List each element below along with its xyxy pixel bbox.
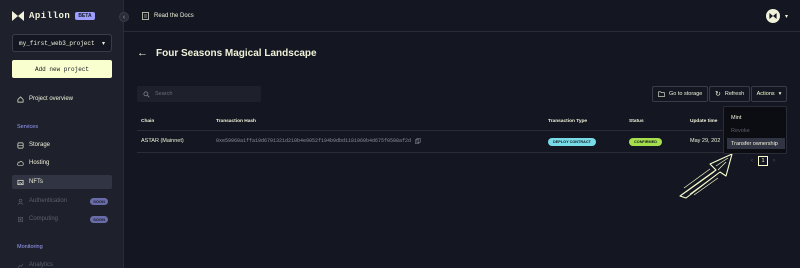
refresh-button[interactable]: ↻ Refresh: [709, 86, 751, 102]
caret-down-icon: ▾: [778, 91, 782, 97]
sidebar-item-label: NFTs: [29, 179, 43, 185]
sidebar-item-nfts[interactable]: NFTs: [12, 175, 112, 189]
back-arrow-icon[interactable]: ←: [137, 47, 148, 59]
caret-down-icon[interactable]: ▾: [785, 13, 788, 20]
column-header-chain: Chain: [141, 119, 155, 124]
cell-status: CONFIRMED: [629, 138, 662, 146]
table-divider: [137, 130, 787, 131]
column-header-type: Transaction Type: [548, 119, 588, 124]
caret-down-icon: ▾: [101, 39, 105, 47]
transaction-hash: 0xe59960a1ffa19d6701321d210b4e9052f194b9…: [216, 138, 412, 144]
read-docs-label: Read the Docs: [154, 13, 194, 19]
database-icon: [17, 142, 24, 148]
user-icon: [17, 198, 24, 205]
cell-update-time: May 29, 202: [690, 138, 721, 144]
sidebar-item-authentication: Authentication SOON: [12, 194, 112, 208]
search-placeholder: Search: [155, 91, 173, 97]
monitoring-section-label: Monitoring: [17, 244, 43, 250]
menu-item-revoke: Revoke: [731, 127, 750, 134]
page-title-text: Four Seasons Magical Landscape: [156, 47, 317, 59]
beta-badge: BETA: [75, 12, 95, 20]
project-select[interactable]: my_first_web3_project ▾: [12, 34, 112, 52]
search-input[interactable]: Search: [137, 86, 261, 102]
sidebar-item-label: Project overview: [29, 96, 74, 102]
next-page-icon[interactable]: ›: [773, 158, 775, 164]
page-title: ← Four Seasons Magical Landscape: [137, 47, 317, 59]
menu-item-mint[interactable]: Mint: [727, 112, 785, 123]
menu-item-transfer-ownership[interactable]: Transfer ownership: [727, 138, 785, 149]
status-badge: CONFIRMED: [629, 138, 662, 146]
apillon-logo-icon: [12, 11, 24, 21]
actions-dropdown: Mint Revoke Transfer ownership: [723, 106, 787, 154]
sidebar-item-storage[interactable]: Storage: [12, 138, 112, 152]
avatar[interactable]: [766, 9, 780, 23]
sidebar-item-computing: Computing SOON: [12, 212, 112, 226]
chart-icon: [17, 263, 24, 268]
project-select-value: my_first_web3_project: [19, 39, 95, 47]
sidebar-item-analytics[interactable]: Analytics: [12, 258, 112, 268]
search-icon: [143, 91, 150, 98]
actions-button[interactable]: Actions ▾: [751, 86, 787, 102]
sidebar-item-project-overview[interactable]: Project overview: [12, 92, 112, 106]
sidebar-collapse-button[interactable]: ‹: [119, 12, 129, 22]
folder-icon: [658, 91, 665, 97]
sidebar-item-label: Authentication: [29, 198, 68, 204]
transaction-type-badge: DEPLOY CONTRACT: [548, 138, 596, 146]
cell-chain: ASTAR (Mainnet): [141, 138, 184, 144]
sidebar-item-hosting[interactable]: Hosting: [12, 156, 112, 170]
cloud-icon: [17, 160, 24, 166]
actions-label: Actions: [756, 91, 775, 97]
app-name: Apillon: [29, 11, 71, 21]
cpu-icon: [18, 216, 23, 222]
apillon-avatar-icon: [769, 13, 777, 19]
annotation-arrow-icon: [679, 153, 733, 199]
home-icon: [17, 95, 24, 102]
services-section-label: Services: [17, 124, 39, 130]
chevron-left-icon: ‹: [122, 13, 126, 21]
sidebar: Apillon BETA my_first_web3_project ▾ Add…: [0, 0, 124, 268]
page-number-current[interactable]: 1: [758, 156, 768, 166]
refresh-label: Refresh: [724, 91, 745, 97]
cell-type: DEPLOY CONTRACT: [548, 138, 596, 146]
document-icon: [142, 12, 149, 20]
refresh-icon: ↻: [715, 91, 721, 98]
image-icon: [17, 179, 24, 185]
soon-badge: SOON: [90, 197, 108, 205]
soon-badge: SOON: [90, 215, 108, 223]
go-to-storage-button[interactable]: Go to storage: [652, 86, 709, 102]
sidebar-item-label: Analytics: [29, 262, 54, 268]
pagination: ‹ 1 ›: [751, 156, 775, 166]
go-to-storage-label: Go to storage: [669, 91, 703, 97]
column-header-hash: Transaction Hash: [216, 119, 256, 124]
cell-hash: 0xe59960a1ffa19d6701321d210b4e9052f194b9…: [216, 138, 421, 144]
sidebar-item-label: Storage: [29, 142, 51, 148]
topbar: Read the Docs ▾: [124, 0, 800, 32]
read-docs-link[interactable]: Read the Docs: [142, 12, 194, 20]
copy-icon[interactable]: [415, 138, 421, 144]
column-header-update-time: Update time: [690, 119, 718, 124]
app-logo[interactable]: Apillon BETA: [12, 11, 95, 21]
sidebar-item-label: Hosting: [29, 160, 50, 166]
sidebar-item-label: Computing: [29, 216, 59, 222]
prev-page-icon[interactable]: ‹: [751, 158, 753, 164]
add-project-button[interactable]: Add new project: [12, 60, 112, 78]
column-header-status: Status: [629, 119, 644, 124]
